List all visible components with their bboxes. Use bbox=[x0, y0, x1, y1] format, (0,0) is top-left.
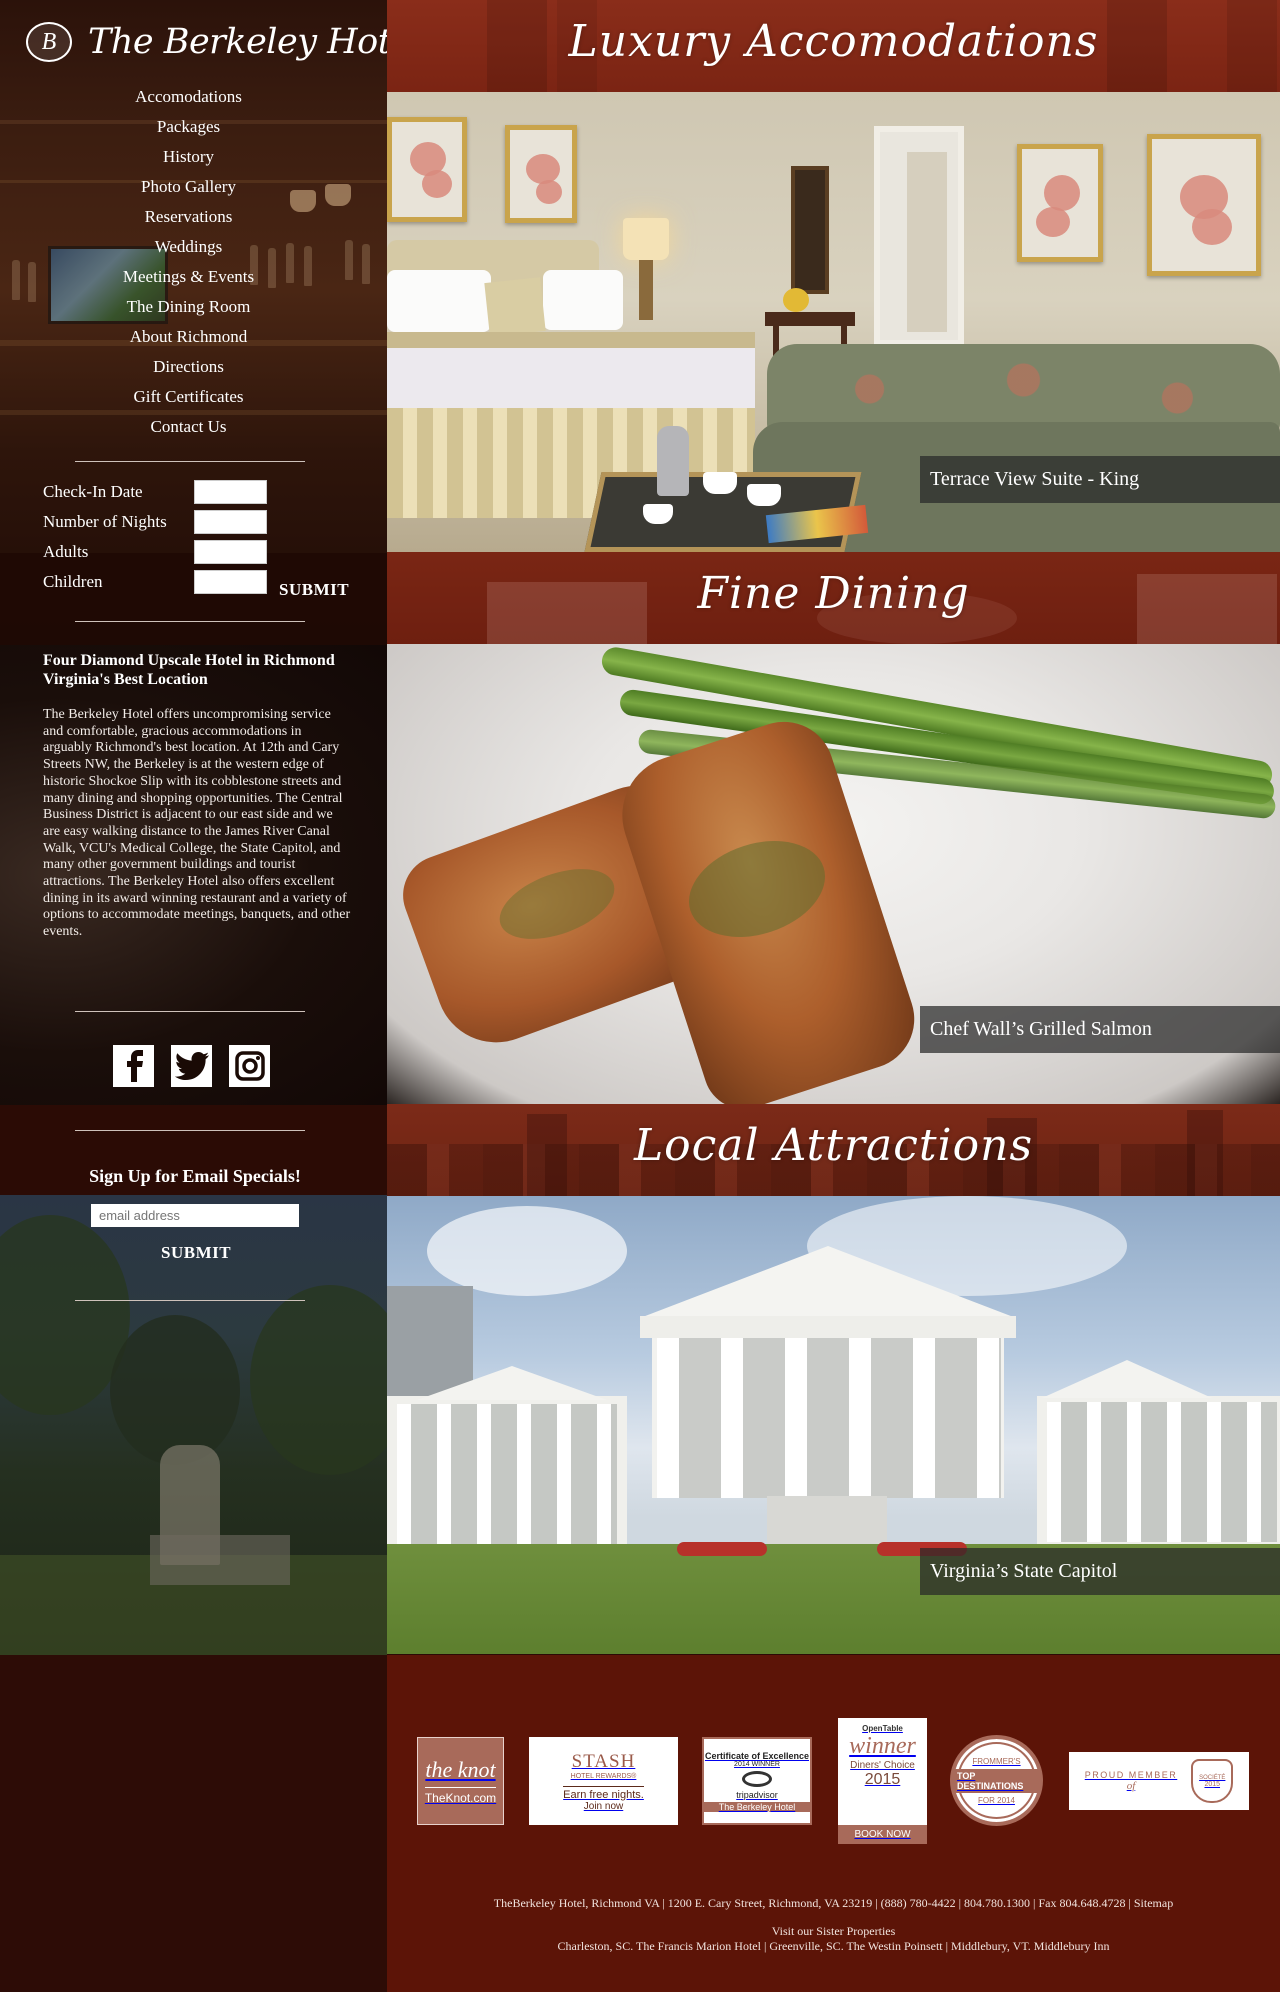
nav-reservations[interactable]: Reservations bbox=[0, 204, 377, 234]
theknot-logo-text: the knot bbox=[425, 1757, 496, 1782]
adults-label: Adults bbox=[43, 542, 89, 561]
children-label: Children bbox=[43, 572, 103, 591]
divider bbox=[75, 1300, 305, 1301]
accommodations-photo[interactable]: Terrace View Suite - King bbox=[387, 92, 1280, 552]
nav-packages[interactable]: Packages bbox=[0, 114, 377, 144]
attractions-banner: Local Attractions bbox=[387, 1104, 1280, 1196]
dining-heading: Fine Dining bbox=[697, 568, 970, 619]
accommodations-heading: Luxury Accomodations bbox=[568, 16, 1099, 67]
owl-icon bbox=[742, 1770, 772, 1787]
divider bbox=[75, 461, 305, 462]
theknot-badge[interactable]: the knot TheKnot.com bbox=[417, 1737, 504, 1825]
footer-left-panel bbox=[0, 1655, 387, 1992]
nav-history[interactable]: History bbox=[0, 144, 377, 174]
attractions-heading: Local Attractions bbox=[633, 1120, 1034, 1171]
nav-gift-certificates[interactable]: Gift Certificates bbox=[0, 384, 377, 414]
frommers-badge[interactable]: FROMMER'S TOP DESTINATIONS FOR 2014 bbox=[950, 1735, 1043, 1826]
attractions-photo[interactable]: Virginia’s State Capitol bbox=[387, 1196, 1280, 1654]
main-nav: Accomodations Packages History Photo Gal… bbox=[0, 84, 377, 444]
facebook-icon bbox=[126, 1050, 143, 1082]
opentable-badge[interactable]: OpenTable winner Diners' Choice 2015 BOO… bbox=[838, 1718, 927, 1844]
accommodations-banner: Luxury Accomodations bbox=[387, 0, 1280, 92]
nav-meetings-events[interactable]: Meetings & Events bbox=[0, 264, 377, 294]
nav-weddings[interactable]: Weddings bbox=[0, 234, 377, 264]
nav-directions[interactable]: Directions bbox=[0, 354, 377, 384]
instagram-icon bbox=[234, 1051, 265, 1081]
booking-submit-button[interactable]: SUBMIT bbox=[279, 580, 349, 600]
signup-submit-button[interactable]: SUBMIT bbox=[161, 1243, 231, 1263]
nav-photo-gallery[interactable]: Photo Gallery bbox=[0, 174, 377, 204]
park-background-image bbox=[0, 1195, 387, 1655]
signup-heading: Sign Up for Email Specials! bbox=[89, 1166, 301, 1186]
divider bbox=[75, 621, 305, 622]
tripadvisor-badge[interactable]: Certificate of Excellence 2014 WINNER tr… bbox=[702, 1737, 812, 1825]
children-input[interactable] bbox=[194, 570, 267, 594]
sister-properties-list: Charleston, SC. The Francis Marion Hotel… bbox=[557, 1939, 1110, 1953]
about-heading: Four Diamond Upscale Hotel in Richmond V… bbox=[43, 652, 335, 688]
societe-badge[interactable]: PROUD MEMBER of SOCIÉTÉ 2015 bbox=[1069, 1752, 1249, 1810]
nav-about-richmond[interactable]: About Richmond bbox=[0, 324, 377, 354]
divider bbox=[75, 1130, 305, 1131]
dining-caption: Chef Wall’s Grilled Salmon bbox=[920, 1006, 1280, 1053]
checkin-date-input[interactable] bbox=[194, 480, 267, 504]
footer-address: TheBerkeley Hotel, Richmond VA | 1200 E.… bbox=[493, 1896, 1174, 1910]
instagram-link[interactable] bbox=[229, 1045, 270, 1087]
twitter-link[interactable] bbox=[171, 1045, 212, 1087]
attractions-caption: Virginia’s State Capitol bbox=[920, 1548, 1280, 1595]
stash-rewards-badge[interactable]: STASH HOTEL REWARDS® Earn free nights. J… bbox=[529, 1737, 678, 1825]
twitter-icon bbox=[174, 1052, 209, 1080]
checkin-label: Check-In Date bbox=[43, 482, 143, 501]
nav-dining-room[interactable]: The Dining Room bbox=[0, 294, 377, 324]
logo-monogram: B bbox=[26, 22, 72, 62]
logo-wordmark: The Berkeley Hotel bbox=[88, 22, 423, 62]
dining-photo[interactable]: Chef Wall’s Grilled Salmon bbox=[387, 644, 1280, 1104]
about-text: The Berkeley Hotel offers uncompromising… bbox=[43, 707, 351, 940]
nights-input[interactable] bbox=[194, 510, 267, 534]
nav-accomodations[interactable]: Accomodations bbox=[0, 84, 377, 114]
dining-banner: Fine Dining bbox=[387, 552, 1280, 644]
email-input[interactable] bbox=[91, 1204, 299, 1227]
accommodations-caption: Terrace View Suite - King bbox=[920, 456, 1280, 503]
nav-contact-us[interactable]: Contact Us bbox=[0, 414, 377, 444]
adults-input[interactable] bbox=[194, 540, 267, 564]
nights-label: Number of Nights bbox=[43, 512, 167, 531]
sister-properties-link[interactable]: Visit our Sister Properties bbox=[387, 1924, 1280, 1939]
divider bbox=[75, 1011, 305, 1012]
facebook-link[interactable] bbox=[113, 1045, 154, 1087]
hotel-logo[interactable]: B The Berkeley Hotel bbox=[26, 22, 423, 62]
